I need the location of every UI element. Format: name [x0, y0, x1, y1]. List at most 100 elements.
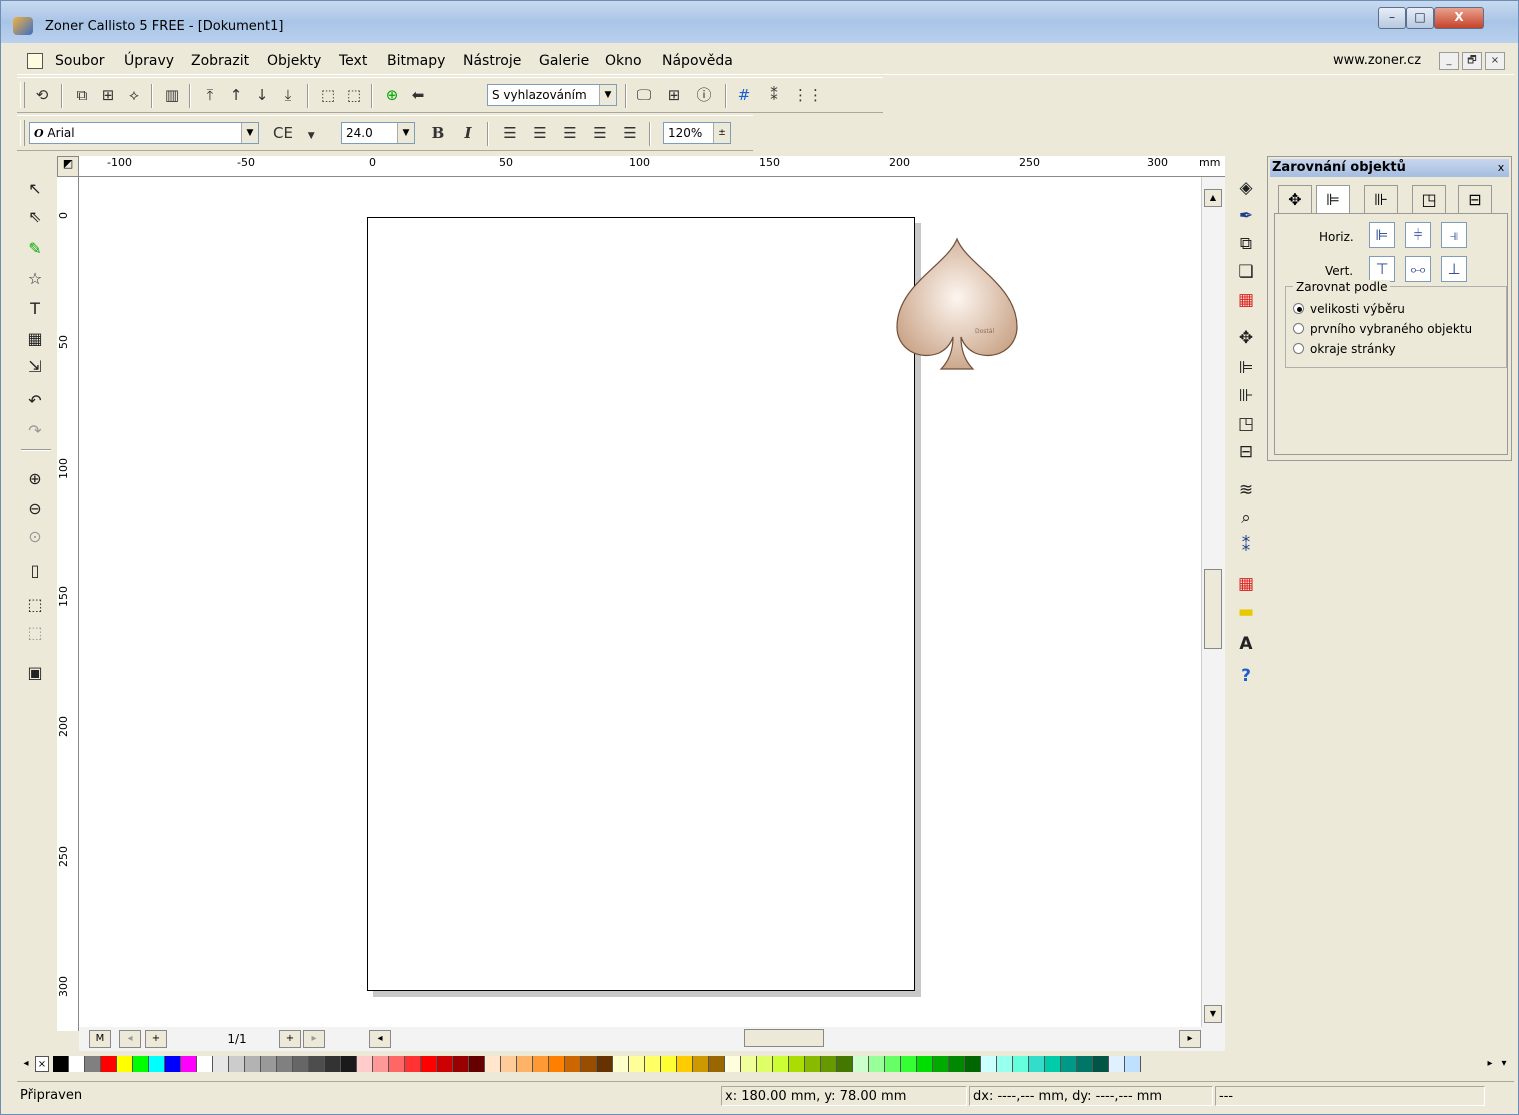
align-right-edges-icon[interactable]: ⫣ [1441, 222, 1467, 248]
color-swatch[interactable] [357, 1056, 373, 1072]
color-swatch[interactable] [725, 1056, 741, 1072]
color-swatch[interactable] [677, 1056, 693, 1072]
color-swatch[interactable] [1093, 1056, 1109, 1072]
maximize-button[interactable]: □ [1406, 7, 1434, 29]
move-icon[interactable]: ✥ [1233, 325, 1259, 351]
zoom-selection-icon[interactable]: ⬚ [23, 593, 47, 617]
force-justify-icon[interactable]: ☰ [619, 122, 641, 144]
add-page-before-button[interactable]: + [145, 1030, 167, 1048]
scroll-right-icon[interactable]: ▸ [1179, 1030, 1201, 1048]
layers-icon[interactable]: ≋ [1233, 477, 1259, 503]
justify-icon[interactable]: ☰ [589, 122, 611, 144]
align-left-edges-icon[interactable]: ⊫ [1369, 222, 1395, 248]
color-swatch[interactable] [181, 1056, 197, 1072]
first-page-button[interactable]: M [89, 1030, 111, 1048]
align-icon[interactable]: ⊫ [1233, 355, 1259, 381]
color-swatch[interactable] [277, 1056, 293, 1072]
page-icon[interactable]: ▯ [23, 559, 47, 583]
menu-soubor[interactable]: Soubor [55, 53, 105, 69]
menu-okno[interactable]: Okno [605, 53, 642, 69]
color-swatch[interactable] [1061, 1056, 1077, 1072]
mdi-minimize-button[interactable]: _ [1439, 52, 1459, 70]
align-top-edges-icon[interactable]: ⊤ [1369, 256, 1395, 282]
color-swatch[interactable] [213, 1056, 229, 1072]
italic-button[interactable]: I [457, 122, 479, 144]
close-button[interactable]: X [1434, 7, 1484, 29]
color-swatch[interactable] [709, 1056, 725, 1072]
align-right-icon[interactable]: ☰ [559, 122, 581, 144]
color-swatch[interactable] [917, 1056, 933, 1072]
backward-icon[interactable]: ↓ [251, 84, 273, 106]
color-swatch[interactable] [837, 1056, 853, 1072]
color-swatch[interactable] [389, 1056, 405, 1072]
transform2-icon[interactable]: ⬚ [343, 84, 365, 106]
palette-scroll-right-icon[interactable]: ▸ [1483, 1056, 1497, 1072]
add-page-after-button[interactable]: + [279, 1030, 301, 1048]
color-swatch[interactable] [1045, 1056, 1061, 1072]
color-swatch[interactable] [981, 1056, 997, 1072]
document-page[interactable] [367, 217, 915, 991]
panel-close-button[interactable]: x [1493, 160, 1509, 176]
text-icon[interactable]: A [1233, 631, 1259, 657]
import-icon[interactable]: ⇲ [23, 355, 47, 379]
color-swatch[interactable] [117, 1056, 133, 1072]
color-swatch[interactable] [485, 1056, 501, 1072]
zoom-fit-icon[interactable]: ⊙ [23, 525, 47, 549]
palette-scroll-left-icon[interactable]: ◂ [19, 1056, 33, 1072]
guides-icon[interactable]: # [733, 84, 755, 106]
color-swatch[interactable] [933, 1056, 949, 1072]
color-swatch[interactable] [85, 1056, 101, 1072]
menu-zobrazit[interactable]: Zobrazit [191, 53, 249, 69]
color-palette-icon[interactable]: ▦ [1233, 287, 1259, 313]
fill-icon[interactable]: ◈ [1233, 175, 1259, 201]
color-swatch[interactable] [373, 1056, 389, 1072]
color-swatch[interactable] [53, 1056, 69, 1072]
tab-distribute[interactable]: ⊪ [1364, 185, 1398, 213]
bold-button[interactable]: B [427, 122, 449, 144]
font-select[interactable]: O Arial ▼ [29, 122, 259, 144]
vertical-ruler[interactable]: 0 50 100 150 200 250 300 [57, 177, 79, 1031]
color-swatch[interactable] [645, 1056, 661, 1072]
color-swatch[interactable] [501, 1056, 517, 1072]
tab-size[interactable]: ◳ [1412, 185, 1446, 213]
swatch-strip[interactable] [53, 1056, 1141, 1072]
to-front-icon[interactable]: ⤒ [199, 84, 221, 106]
color-swatch[interactable] [773, 1056, 789, 1072]
transparency-icon[interactable]: ⧉ [1233, 231, 1259, 257]
order-icon[interactable]: ⁑ [1233, 533, 1259, 559]
color-swatch[interactable] [133, 1056, 149, 1072]
position-icon[interactable]: ⊟ [1233, 439, 1259, 465]
color-swatch[interactable] [629, 1056, 645, 1072]
transform-icon[interactable]: ⬚ [317, 84, 339, 106]
color-swatch[interactable] [901, 1056, 917, 1072]
mdi-restore-button[interactable]: 🗗 [1462, 52, 1482, 70]
add-object-icon[interactable]: ⊕ [381, 84, 403, 106]
align-h-centers-icon[interactable]: ⫩ [1405, 222, 1431, 248]
color-swatch[interactable] [197, 1056, 213, 1072]
color-swatch[interactable] [549, 1056, 565, 1072]
mdi-close-button[interactable]: × [1485, 52, 1505, 70]
palette-menu-icon[interactable]: ▾ [1497, 1056, 1511, 1072]
ungroup-icon[interactable]: ⊞ [97, 84, 119, 106]
no-color-swatch[interactable]: ⨯ [35, 1056, 49, 1072]
color-swatch[interactable] [741, 1056, 757, 1072]
help-icon[interactable]: ? [1233, 663, 1259, 689]
menu-text[interactable]: Text [339, 53, 367, 69]
freehand-icon[interactable]: ✎ [23, 237, 47, 261]
folder-icon[interactable]: ▬ [1233, 599, 1259, 625]
charset-select[interactable]: CE ▼ [273, 122, 333, 144]
color-swatch[interactable] [597, 1056, 613, 1072]
refresh-icon[interactable]: ⟲ [31, 84, 53, 106]
color-swatch[interactable] [149, 1056, 165, 1072]
color-swatch[interactable] [469, 1056, 485, 1072]
to-back-icon[interactable]: ⤓ [277, 84, 299, 106]
color-swatch[interactable] [757, 1056, 773, 1072]
text-tool-icon[interactable]: T [23, 297, 47, 321]
menu-napoveda[interactable]: Nápověda [662, 53, 733, 69]
color-swatch[interactable] [949, 1056, 965, 1072]
remove-icon[interactable]: ⬅ [407, 84, 429, 106]
minimize-button[interactable]: – [1378, 7, 1406, 29]
color-swatch[interactable] [661, 1056, 677, 1072]
menu-bitmapy[interactable]: Bitmapy [387, 53, 445, 69]
color-swatch[interactable] [101, 1056, 117, 1072]
